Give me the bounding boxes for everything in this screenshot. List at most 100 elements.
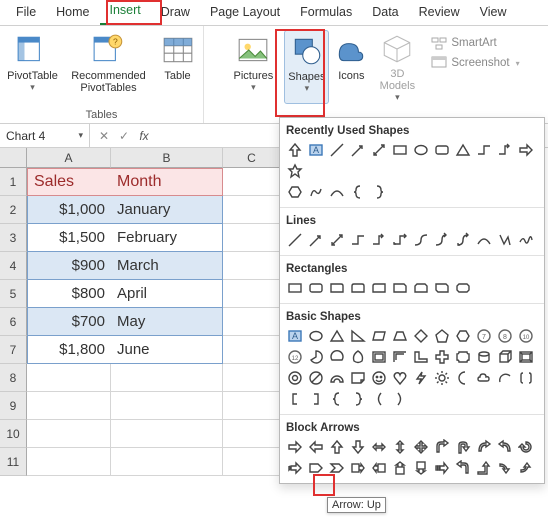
tab-data[interactable]: Data xyxy=(362,1,408,25)
shape-snip[interactable] xyxy=(391,279,409,297)
shape-elbow[interactable] xyxy=(475,141,493,159)
shape-rr[interactable] xyxy=(328,279,346,297)
shape-elbow-arrow[interactable] xyxy=(496,141,514,159)
shape-elbow[interactable] xyxy=(370,231,388,249)
shape-arrow-left[interactable] xyxy=(307,438,325,456)
shape-arrow-lr[interactable] xyxy=(370,438,388,456)
3dmodels-button[interactable]: 3D Models ▾ xyxy=(373,30,421,104)
row-header[interactable]: 6 xyxy=(0,308,27,336)
shape-textbox[interactable]: A xyxy=(307,141,325,159)
cell-b4[interactable]: March xyxy=(111,252,223,280)
shape-foldcorner[interactable] xyxy=(349,369,367,387)
shape-arrow-right[interactable] xyxy=(286,438,304,456)
shape-line-arrow[interactable] xyxy=(349,141,367,159)
screenshot-button[interactable]: Screenshot ▾ xyxy=(427,54,523,72)
shape-rr[interactable] xyxy=(349,279,367,297)
cell-a7[interactable]: $1,800 xyxy=(27,336,111,364)
shape-pent[interactable] xyxy=(433,327,451,345)
shape-rbrace[interactable] xyxy=(349,390,367,408)
shape-rr[interactable] xyxy=(307,279,325,297)
shape-arrow-quad[interactable] xyxy=(412,438,430,456)
shape-lightning[interactable] xyxy=(412,369,430,387)
shape-cube[interactable] xyxy=(496,348,514,366)
shape-plaque[interactable] xyxy=(454,348,472,366)
cell-b5[interactable]: April xyxy=(111,280,223,308)
shape-arrow-curve2[interactable] xyxy=(496,438,514,456)
shape-heart[interactable] xyxy=(391,369,409,387)
shape-bevel[interactable] xyxy=(517,348,535,366)
shape-curve[interactable] xyxy=(475,231,493,249)
shape-pie[interactable] xyxy=(307,348,325,366)
tab-formulas[interactable]: Formulas xyxy=(290,1,362,25)
shape-donut[interactable] xyxy=(286,369,304,387)
cell-a5[interactable]: $800 xyxy=(27,280,111,308)
shape-line[interactable] xyxy=(328,141,346,159)
shape-arrow-down[interactable] xyxy=(349,438,367,456)
shape-arrow-curve[interactable] xyxy=(475,438,493,456)
shape-frame[interactable] xyxy=(370,348,388,366)
shape-elbow[interactable] xyxy=(391,231,409,249)
shape-arrow-up[interactable] xyxy=(286,141,304,159)
shape-arrow-bentup[interactable] xyxy=(475,459,493,477)
smartart-button[interactable]: SmartArt xyxy=(427,34,500,52)
row-header[interactable]: 3 xyxy=(0,224,27,252)
shape-cross[interactable] xyxy=(433,348,451,366)
shape-dodec[interactable]: 12 xyxy=(286,348,304,366)
row-header[interactable]: 1 xyxy=(0,168,27,196)
shape-hexagon[interactable] xyxy=(286,183,304,201)
shape-rparen[interactable] xyxy=(391,390,409,408)
shape-noentry[interactable] xyxy=(307,369,325,387)
shape-arrow-callout-u[interactable] xyxy=(391,459,409,477)
shape-arrow-uturn[interactable] xyxy=(454,438,472,456)
pictures-button[interactable]: Pictures ▾ xyxy=(224,30,282,104)
shape-dblbracket[interactable] xyxy=(517,369,535,387)
shape-sun[interactable] xyxy=(433,369,451,387)
shape-lparen[interactable] xyxy=(370,390,388,408)
shape-para[interactable] xyxy=(370,327,388,345)
row-header[interactable]: 10 xyxy=(0,420,27,448)
shape-lbracket[interactable] xyxy=(286,390,304,408)
col-header-a[interactable]: A xyxy=(27,148,111,168)
tab-review[interactable]: Review xyxy=(409,1,470,25)
cell-a6[interactable]: $700 xyxy=(27,308,111,336)
shape-freeform[interactable] xyxy=(496,231,514,249)
col-header-c[interactable]: C xyxy=(223,148,281,168)
shape-arrow-curvedown[interactable] xyxy=(496,459,514,477)
shape-trap[interactable] xyxy=(391,327,409,345)
shape-chord[interactable] xyxy=(328,348,346,366)
cell-b6[interactable]: May xyxy=(111,308,223,336)
shape-brace-l[interactable] xyxy=(349,183,367,201)
shape-l[interactable] xyxy=(412,348,430,366)
shape-curve-conn[interactable] xyxy=(433,231,451,249)
shape-rtri[interactable] xyxy=(349,327,367,345)
cell-a1[interactable]: Sales xyxy=(27,168,111,196)
shape-arrow-curveup[interactable] xyxy=(517,459,535,477)
shape-arrow-bent2[interactable] xyxy=(454,459,472,477)
shape-can[interactable] xyxy=(475,348,493,366)
shape-curve-conn[interactable] xyxy=(454,231,472,249)
recpivot-button[interactable]: ? Recommended PivotTables xyxy=(64,30,154,104)
tab-view[interactable]: View xyxy=(470,1,517,25)
shape-arrow-up[interactable] xyxy=(328,438,346,456)
shape-snip[interactable] xyxy=(454,279,472,297)
table-button[interactable]: Table xyxy=(156,30,200,104)
cell-a3[interactable]: $1,500 xyxy=(27,224,111,252)
shape-hept[interactable]: 7 xyxy=(475,327,493,345)
shape-arrow-bent[interactable] xyxy=(433,438,451,456)
row-header[interactable]: 5 xyxy=(0,280,27,308)
shape-arrow-callout-l[interactable] xyxy=(370,459,388,477)
shape-tri[interactable] xyxy=(328,327,346,345)
shape-tear[interactable] xyxy=(349,348,367,366)
shape-smiley[interactable] xyxy=(370,369,388,387)
shape-arrow-pent[interactable] xyxy=(307,459,325,477)
shape-hex[interactable] xyxy=(454,327,472,345)
shape-curve-conn[interactable] xyxy=(412,231,430,249)
shape-lbrace[interactable] xyxy=(328,390,346,408)
cell-b2[interactable]: January xyxy=(111,196,223,224)
fx-icon[interactable]: fx xyxy=(136,129,152,143)
col-header-b[interactable]: B xyxy=(111,148,223,168)
shape-oval[interactable] xyxy=(307,327,325,345)
row-header[interactable]: 9 xyxy=(0,392,27,420)
pivottable-button[interactable]: PivotTable ▾ xyxy=(4,30,62,104)
shape-star[interactable] xyxy=(286,162,304,180)
